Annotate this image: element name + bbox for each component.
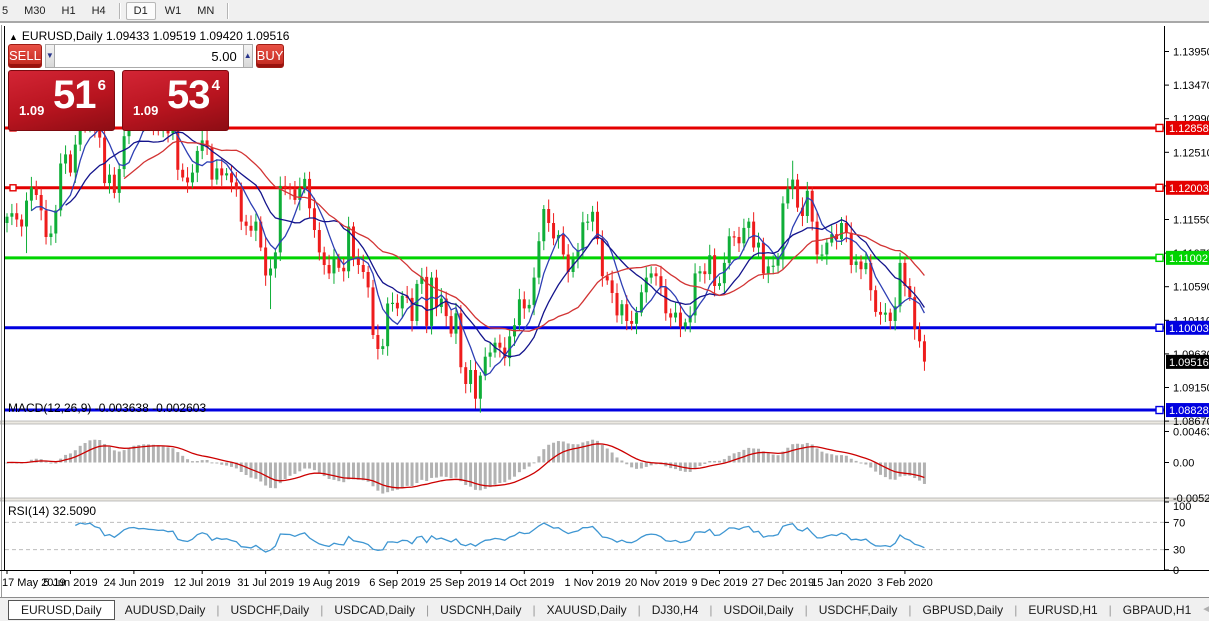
- sell-price-sup: 6: [97, 77, 106, 94]
- timeframe-button-mn[interactable]: MN: [190, 3, 221, 19]
- date-axis-label: 9 Dec 2019: [691, 577, 747, 589]
- macd-pane: 0.004630.00-0.005299: [5, 426, 1209, 505]
- chart-tab-gbpusd-daily[interactable]: GBPUSD,Daily: [913, 600, 1014, 620]
- date-axis-label: 3 Feb 2020: [877, 577, 933, 589]
- sell-price-big: 51: [53, 73, 96, 117]
- timeframe-button-w1[interactable]: W1: [158, 3, 189, 19]
- spin-up-icon: ▲: [243, 51, 252, 60]
- buy-button[interactable]: BUY: [255, 44, 285, 68]
- buy-price-big: 53: [167, 73, 210, 117]
- macd-axis-tick: 0.00: [1173, 458, 1194, 470]
- date-axis-label: 6 Sep 2019: [369, 577, 425, 589]
- date-axis-label: 1 Nov 2019: [564, 577, 620, 589]
- date-axis-label: 27 Dec 2019: [752, 577, 814, 589]
- date-axis-label: 25 Sep 2019: [430, 577, 492, 589]
- rsi-axis-tick: 70: [1173, 517, 1185, 529]
- date-axis-label: 24 Jun 2019: [104, 577, 165, 589]
- price-axis-tick: 1.13470: [1173, 80, 1209, 92]
- chart-tab-xauusd-daily[interactable]: XAUUSD,Daily: [537, 600, 637, 620]
- chart-tab-usdchf-daily[interactable]: USDCHF,Daily: [809, 600, 908, 620]
- chart-symbol: EURUSD,Daily: [21, 29, 103, 43]
- rsi-axis-tick: 30: [1173, 545, 1185, 557]
- date-axis-label: 14 Oct 2019: [494, 577, 554, 589]
- chart-title: ▲ EURUSD,Daily 1.09433 1.09519 1.09420 1.…: [9, 29, 289, 43]
- macd-axis-tick: 0.00463: [1173, 426, 1209, 438]
- tab-scroll-left-icon[interactable]: ◄: [1201, 604, 1209, 615]
- buy-price-sup: 4: [211, 77, 220, 94]
- svg-text:1.12858: 1.12858: [1169, 123, 1209, 135]
- chart-tab-usdcnh-daily[interactable]: USDCNH,Daily: [430, 600, 531, 620]
- price-axis-tick: 1.11550: [1173, 215, 1209, 227]
- svg-text:1.08828: 1.08828: [1169, 405, 1209, 417]
- sell-price-box[interactable]: 1.09 51 6: [8, 70, 115, 131]
- buy-price-handle: 1.09: [133, 103, 159, 118]
- chart-ohlc-values: 1.09433 1.09519 1.09420 1.09516: [105, 29, 290, 43]
- volume-increase-button[interactable]: ▲: [243, 44, 253, 68]
- price-line-label: 1.09516: [1166, 354, 1209, 369]
- collapse-icon[interactable]: ▲: [9, 32, 18, 42]
- toolbar-separator: [118, 2, 120, 19]
- rsi-pane: 100 70 30 0: [5, 501, 1191, 577]
- chart-tab-usdcad-daily[interactable]: USDCAD,Daily: [324, 600, 425, 620]
- chart-tab-usdchf-daily[interactable]: USDCHF,Daily: [221, 600, 320, 620]
- price-axis-tick: 1.13950: [1173, 47, 1209, 59]
- rsi-axis-tick: 0: [1173, 565, 1179, 577]
- timeframe-toolbar: 5 M30 H1 H4 D1 W1 MN: [0, 0, 1209, 23]
- chart-tab-gbpaud-h1[interactable]: GBPAUD,H1: [1113, 600, 1201, 620]
- date-axis-label: 5 Jun 2019: [43, 577, 97, 589]
- date-axis-label: 12 Jul 2019: [174, 577, 231, 589]
- toolbar-separator: [227, 2, 229, 19]
- timeframe-button-5[interactable]: 5: [0, 3, 15, 19]
- buy-price-box[interactable]: 1.09 53 4: [122, 70, 229, 131]
- chart-tab-audusd-daily[interactable]: AUDUSD,Daily: [115, 600, 216, 620]
- one-click-trading-panel: SELL ▼ ▲ BUY 1.09 51 6 1.09 53 4: [8, 44, 285, 131]
- timeframe-button-d1[interactable]: D1: [125, 1, 156, 20]
- date-axis-label: 19 Aug 2019: [298, 577, 360, 589]
- chart-window[interactable]: 1.139501.134701.129901.125101.120301.115…: [0, 25, 1209, 597]
- price-axis-tick: 1.10590: [1173, 282, 1209, 294]
- price-axis[interactable]: 1.139501.134701.129901.125101.120301.115…: [1164, 47, 1209, 429]
- rsi-indicator-label: RSI(14) 32.5090: [8, 504, 97, 518]
- mt4-window: 5 M30 H1 H4 D1 W1 MN 1.13950 1.13470 1.12990 1.12…: [0, 0, 1209, 621]
- sell-button[interactable]: SELL: [8, 44, 42, 68]
- price-axis-tick: 1.09150: [1173, 383, 1209, 395]
- volume-decrease-button[interactable]: ▼: [44, 44, 54, 68]
- svg-text:1.09516: 1.09516: [1169, 357, 1209, 369]
- spin-down-icon: ▼: [45, 51, 54, 60]
- sell-price-handle: 1.09: [19, 103, 45, 118]
- date-axis-label: 20 Nov 2019: [625, 577, 687, 589]
- rsi-axis-tick: 100: [1173, 501, 1191, 513]
- date-axis[interactable]: 17 May 20195 Jun 2019 24 Jun 2019 12 Jul 2…: [2, 570, 933, 589]
- chart-tab-eurusd-h1[interactable]: EURUSD,H1: [1018, 600, 1107, 620]
- chart-tab-usdoil-daily[interactable]: USDOil,Daily: [714, 600, 804, 620]
- macd-indicator-label: MACD(12,26,9) -0.003638 -0.002603: [8, 401, 207, 415]
- chart-tabbar: EURUSD,Daily AUDUSD,Daily | USDCHF,Daily | US…: [0, 597, 1209, 621]
- date-axis-label: 15 Jan 2020: [811, 577, 872, 589]
- svg-text:1.11002: 1.11002: [1169, 253, 1208, 265]
- volume-input[interactable]: [53, 44, 244, 68]
- timeframe-button-h4[interactable]: H4: [85, 3, 113, 19]
- moving-averages: [31, 119, 925, 377]
- date-axis-label: 31 Jul 2019: [237, 577, 294, 589]
- timeframe-button-m30[interactable]: M30: [17, 3, 52, 19]
- svg-text:1.12003: 1.12003: [1169, 183, 1209, 195]
- tab-scroll-arrows: ◄►: [1201, 604, 1209, 615]
- chart-tab-dj30-h4[interactable]: DJ30,H4: [642, 600, 709, 620]
- chart-tab-eurusd-daily[interactable]: EURUSD,Daily: [8, 599, 115, 620]
- timeframe-button-h1[interactable]: H1: [55, 3, 83, 19]
- price-axis-tick: 1.12510: [1173, 147, 1209, 159]
- svg-text:1.10003: 1.10003: [1169, 323, 1209, 335]
